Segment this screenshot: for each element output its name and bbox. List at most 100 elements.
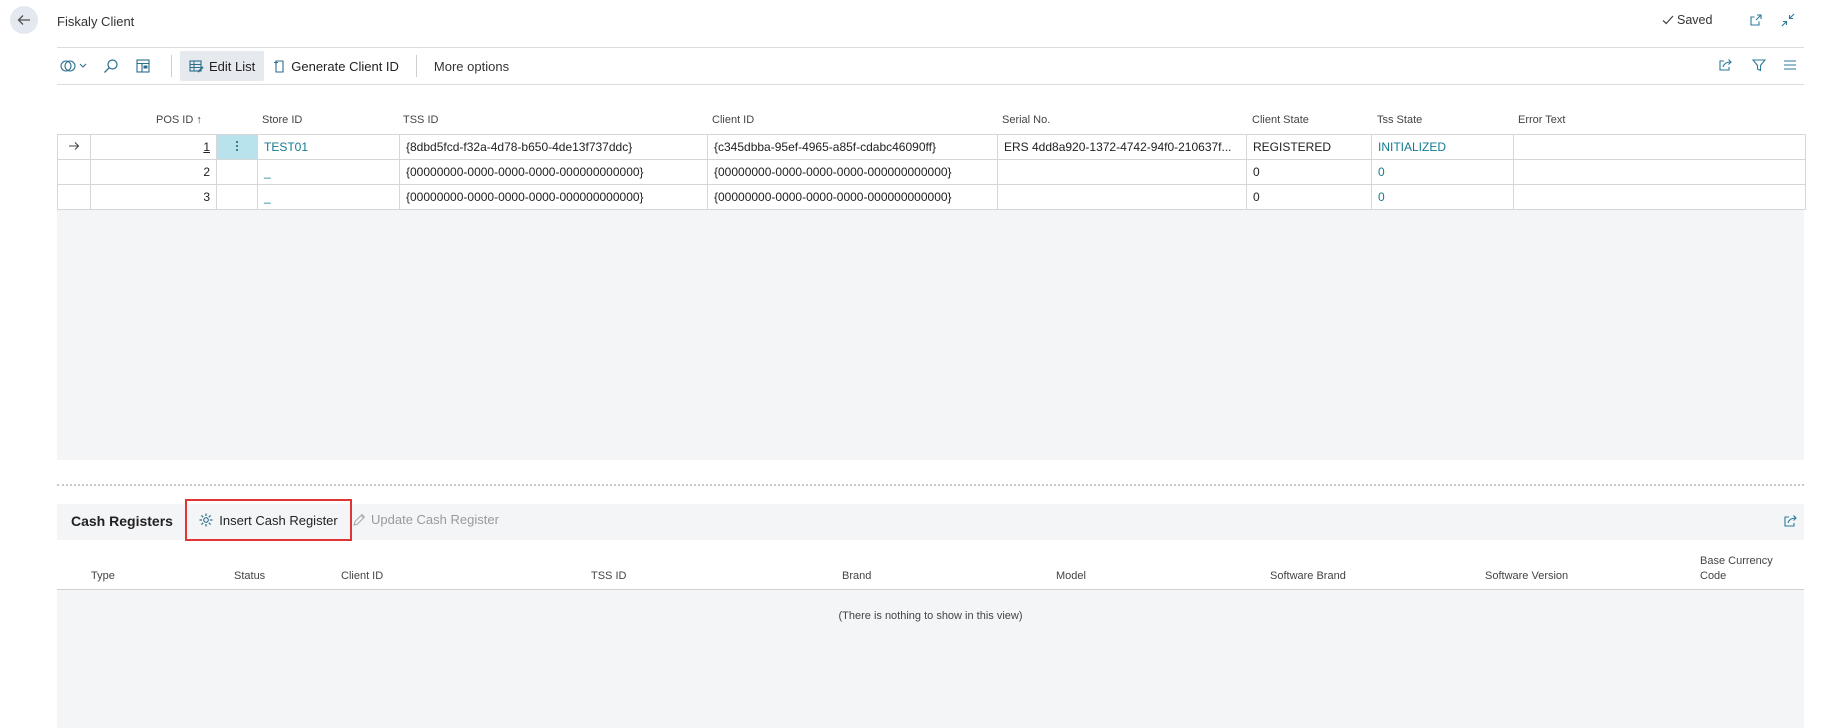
sub-col-header-brand[interactable]: Brand [842, 570, 871, 582]
insert-gear-icon [199, 513, 213, 527]
saved-label: Saved [1677, 13, 1713, 27]
fiskaly-client-table: 1 TEST01 {8dbd5fcd-f32a-4d78-b650-4de13f… [57, 134, 1806, 210]
row-actions-button[interactable] [216, 134, 258, 160]
analyze-menu-button[interactable] [57, 54, 91, 78]
col-header-client-state[interactable]: Client State [1252, 114, 1309, 126]
cell-client-state: 0 [1246, 184, 1372, 210]
sub-col-header-base-currency-code[interactable]: Base Currency Code [1700, 554, 1773, 584]
cell-error-text [1513, 134, 1806, 160]
more-options-button[interactable]: More options [425, 51, 518, 81]
sub-col-header-model[interactable]: Model [1056, 570, 1086, 582]
search-icon [104, 59, 118, 73]
table-row[interactable]: 1 TEST01 {8dbd5fcd-f32a-4d78-b650-4de13f… [57, 134, 1806, 160]
toolbar-divider [57, 84, 1804, 85]
arrow-left-icon [17, 15, 30, 25]
row-selector[interactable] [57, 159, 91, 185]
cell-store-id[interactable]: TEST01 [257, 134, 400, 160]
sub-col-header-base-currency-line1: Base Currency [1700, 555, 1773, 567]
insert-cash-register-label: Insert Cash Register [219, 512, 338, 528]
cell-serial-no [997, 159, 1247, 185]
back-button[interactable] [10, 6, 38, 34]
toolbar-separator [415, 55, 417, 77]
col-header-error-text[interactable]: Error Text [1518, 114, 1565, 126]
more-vertical-icon [236, 140, 238, 151]
col-header-client-id[interactable]: Client ID [712, 114, 754, 126]
row-actions-cell [216, 159, 258, 185]
sub-col-header-status[interactable]: Status [234, 570, 265, 582]
cell-client-id: {00000000-0000-0000-0000-000000000000} [707, 184, 998, 210]
personalize-button[interactable] [131, 54, 155, 78]
cell-error-text [1513, 159, 1806, 185]
empty-list-message: (There is nothing to show in this view) [838, 610, 1023, 622]
sub-col-header-client-id[interactable]: Client ID [341, 570, 383, 582]
action-bar: Edit List Generate Client ID More option… [57, 48, 518, 84]
layout-icon [136, 59, 150, 73]
toolbar-separator [171, 55, 172, 77]
open-new-window-icon [1750, 14, 1762, 26]
edit-list-icon [189, 60, 204, 73]
list-view-button[interactable] [1780, 55, 1800, 75]
share-icon [1718, 59, 1732, 71]
cell-error-text [1513, 184, 1806, 210]
cell-client-id: {c345dbba-95ef-4965-a85f-cdabc46090ff} [707, 134, 998, 160]
update-cash-register-button[interactable]: Update Cash Register [352, 512, 499, 527]
generate-client-id-label: Generate Client ID [291, 58, 399, 74]
cell-tss-state[interactable]: 0 [1371, 184, 1514, 210]
cell-tss-state[interactable]: INITIALIZED [1371, 134, 1514, 160]
subpage-share-button[interactable] [1780, 511, 1800, 531]
update-cash-register-label: Update Cash Register [371, 512, 499, 527]
arrow-right-icon [69, 142, 80, 150]
check-icon [1662, 15, 1674, 25]
cash-registers-title[interactable]: Cash Registers [71, 513, 173, 529]
cell-store-id[interactable]: _ [257, 159, 400, 185]
cell-tss-id: {8dbd5fcd-f32a-4d78-b650-4de13f737ddc} [399, 134, 708, 160]
collapse-icon [1781, 13, 1795, 27]
cell-pos-id[interactable]: 1 [90, 134, 217, 160]
edit-list-label: Edit List [209, 58, 256, 74]
more-options-label: More options [433, 58, 510, 74]
table-row[interactable]: 2 _ {00000000-0000-0000-0000-00000000000… [57, 159, 1806, 185]
list-icon [1784, 60, 1796, 70]
col-header-serial-no[interactable]: Serial No. [1002, 114, 1050, 126]
cell-tss-state[interactable]: 0 [1371, 159, 1514, 185]
cell-pos-id[interactable]: 2 [90, 159, 217, 185]
sub-col-header-tss-id[interactable]: TSS ID [591, 570, 626, 582]
cell-tss-id: {00000000-0000-0000-0000-000000000000} [399, 159, 708, 185]
search-button[interactable] [99, 54, 123, 78]
sort-ascending-icon: ↑ [196, 114, 202, 126]
analyze-icon [60, 60, 87, 72]
cell-serial-no: ERS 4dd8a920-1372-4742-94f0-210637f... [997, 134, 1247, 160]
filter-button[interactable] [1749, 55, 1769, 75]
sub-col-header-type[interactable]: Type [91, 570, 115, 582]
cell-serial-no [997, 184, 1247, 210]
col-header-tss-id[interactable]: TSS ID [403, 114, 438, 126]
open-new-window-button[interactable] [1747, 11, 1765, 29]
cash-registers-list: (There is nothing to show in this view) [57, 590, 1804, 728]
new-document-icon [274, 60, 284, 73]
share-icon [1783, 515, 1797, 527]
table-row[interactable]: 3 _ {00000000-0000-0000-0000-00000000000… [57, 184, 1806, 210]
pencil-icon [353, 513, 366, 526]
col-header-tss-state[interactable]: Tss State [1377, 114, 1422, 126]
sub-col-header-software-brand[interactable]: Software Brand [1270, 570, 1346, 582]
row-selector[interactable] [57, 184, 91, 210]
cell-store-id[interactable]: _ [257, 184, 400, 210]
saved-status: Saved [1662, 13, 1712, 27]
col-header-pos-id-label: POS ID [156, 114, 194, 126]
collapse-button[interactable] [1779, 11, 1797, 29]
cell-client-state: 0 [1246, 159, 1372, 185]
share-button[interactable] [1715, 55, 1735, 75]
row-actions-cell [216, 184, 258, 210]
cell-pos-id[interactable]: 3 [90, 184, 217, 210]
sub-col-header-base-currency-line2: Code [1700, 570, 1727, 582]
row-selector[interactable] [57, 134, 91, 160]
edit-list-button[interactable]: Edit List [180, 51, 265, 81]
col-header-pos-id[interactable]: POS ID ↑ [156, 114, 202, 126]
filter-icon [1752, 59, 1766, 72]
insert-cash-register-button[interactable]: Insert Cash Register [185, 499, 352, 541]
sub-col-header-software-version[interactable]: Software Version [1485, 570, 1568, 582]
col-header-store-id[interactable]: Store ID [262, 114, 302, 126]
pane-resize-handle[interactable] [57, 484, 1804, 486]
cell-client-id: {00000000-0000-0000-0000-000000000000} [707, 159, 998, 185]
generate-client-id-button[interactable]: Generate Client ID [264, 51, 408, 81]
